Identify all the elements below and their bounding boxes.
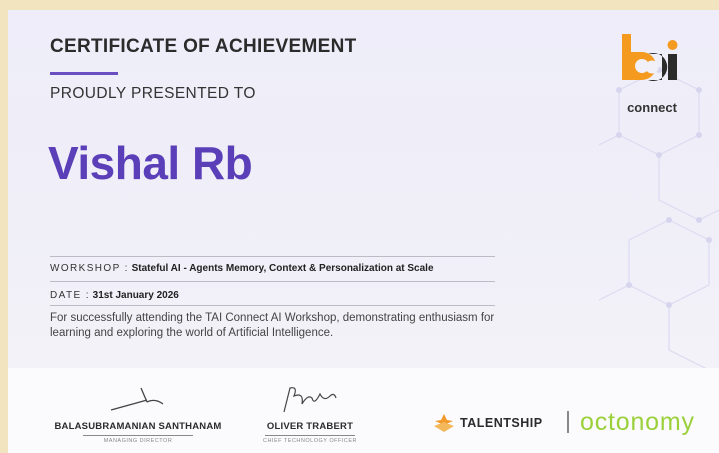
divider <box>50 256 495 257</box>
presented-to-label: PROUDLY PRESENTED TO <box>50 85 256 102</box>
workshop-title: Stateful AI - Agents Memory, Context & P… <box>131 263 434 274</box>
signature-line <box>265 435 355 436</box>
tai-logo-icon <box>622 34 678 81</box>
workshop-label: WORKSHOP : <box>50 263 129 274</box>
date-line: DATE : 31st January 2026 <box>50 290 179 301</box>
logo-text: connect <box>627 100 677 115</box>
partner-separator <box>567 411 569 433</box>
talentship-icon <box>434 414 454 432</box>
tai-connect-logo: connect <box>612 32 692 122</box>
signature-block-1: BALASUBRAMANIAN SANTHANAM MANAGING DIREC… <box>38 382 238 444</box>
title-underline <box>50 72 118 75</box>
recipient-name: Vishal Rb <box>48 137 253 189</box>
signature-line <box>83 435 193 436</box>
signatory-name: OLIVER TRABERT <box>266 421 354 432</box>
signature-block-2: OLIVER TRABERT CHIEF TECHNOLOGY OFFICER <box>240 382 380 444</box>
certificate-title: CERTIFICATE OF ACHIEVEMENT <box>50 36 357 57</box>
signature-image <box>283 387 337 413</box>
date-value: 31st January 2026 <box>92 290 179 301</box>
divider <box>50 305 495 306</box>
date-label: DATE : <box>50 290 90 301</box>
talentship-text: TALENTSHIP <box>460 416 543 430</box>
signatory-title: CHIEF TECHNOLOGY OFFICER <box>262 438 357 444</box>
talentship-logo: TALENTSHIP <box>432 413 543 433</box>
signatory-title: MANAGING DIRECTOR <box>103 438 173 444</box>
certificate-description: For successfully attending the TAI Conne… <box>50 312 495 339</box>
octonomy-logo: octonomy <box>580 408 695 436</box>
divider <box>50 281 495 282</box>
workshop-line: WORKSHOP : Stateful AI - Agents Memory, … <box>50 263 434 274</box>
signature-image <box>110 387 164 411</box>
signatory-name: BALASUBRAMANIAN SANTHANAM <box>54 421 222 432</box>
certificate: CERTIFICATE OF ACHIEVEMENT PROUDLY PRESE… <box>8 10 719 453</box>
